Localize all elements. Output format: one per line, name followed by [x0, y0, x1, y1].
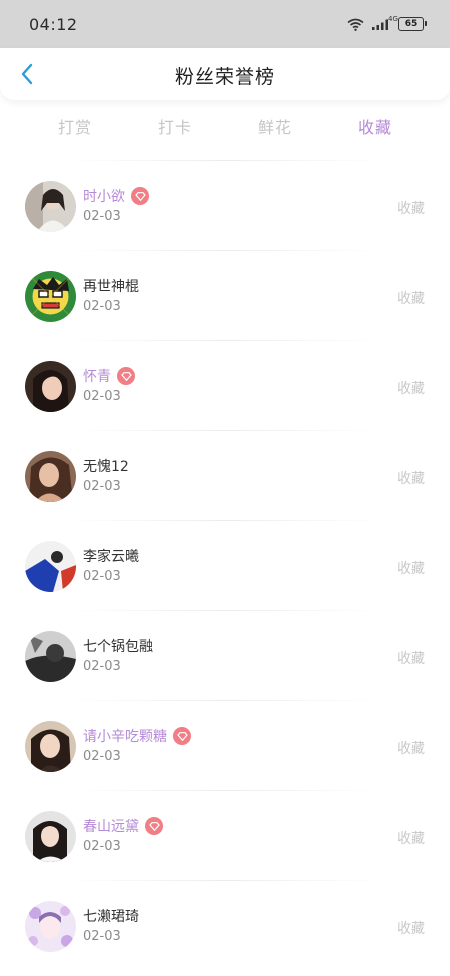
name-line: 七个锅包融	[83, 636, 153, 656]
divider	[0, 610, 450, 611]
fan-name: 春山远黛	[83, 819, 139, 835]
status-indicators: 4G 65	[347, 15, 427, 33]
name-line: 请小辛吃颗糖	[83, 726, 191, 746]
divider	[0, 160, 450, 161]
name-line: 时小欲	[83, 186, 149, 206]
favorite-label: 收藏	[397, 201, 425, 217]
fan-name: 七濑珺琦	[83, 909, 139, 925]
fan-date: 02-03	[83, 839, 121, 854]
network-type-label: 4G	[388, 15, 398, 23]
fan-name: 请小辛吃颗糖	[83, 729, 167, 745]
fan-date: 02-03	[83, 389, 121, 404]
avatar[interactable]	[25, 811, 76, 862]
diamond-badge-icon	[131, 187, 149, 205]
list-item[interactable]: 七濑珺琦 02-03 收藏	[0, 880, 450, 970]
avatar[interactable]	[25, 721, 76, 772]
fan-honor-page: 04:12 4G 65 粉丝荣誉榜 打赏 打卡 鲜花 收藏 时小欲 02-03 …	[0, 0, 450, 976]
favorite-label: 收藏	[397, 291, 425, 307]
list-item[interactable]: 无愧12 02-03 收藏	[0, 430, 450, 520]
fan-name: 李家云曦	[83, 549, 139, 565]
divider	[0, 880, 450, 881]
diamond-badge-icon	[117, 367, 135, 385]
divider	[0, 790, 450, 791]
fan-date: 02-03	[83, 209, 121, 224]
list-item[interactable]: 再世神棍 02-03 收藏	[0, 250, 450, 340]
tab-bar: 打赏 打卡 鲜花 收藏	[0, 108, 450, 154]
diamond-badge-icon	[173, 727, 191, 745]
name-line: 春山远黛	[83, 816, 163, 836]
tab-checkin[interactable]: 打卡	[135, 114, 215, 138]
fan-name: 时小欲	[83, 189, 125, 205]
fan-date: 02-03	[83, 299, 121, 314]
favorite-label: 收藏	[397, 561, 425, 577]
tab-favorites[interactable]: 收藏	[335, 114, 415, 138]
fan-name: 怀青	[83, 369, 111, 385]
wifi-icon	[347, 18, 364, 31]
favorite-label: 收藏	[397, 651, 425, 667]
status-bar: 04:12 4G 65	[0, 0, 450, 48]
header: 粉丝荣誉榜	[0, 48, 450, 100]
list-item[interactable]: 时小欲 02-03 收藏	[0, 160, 450, 250]
cellular-signal-icon: 4G	[370, 15, 398, 31]
favorite-label: 收藏	[397, 741, 425, 757]
avatar[interactable]	[25, 361, 76, 412]
divider	[0, 430, 450, 431]
fan-date: 02-03	[83, 659, 121, 674]
name-line: 怀青	[83, 366, 135, 386]
favorite-label: 收藏	[397, 471, 425, 487]
avatar[interactable]	[25, 181, 76, 232]
divider	[0, 700, 450, 701]
favorite-label: 收藏	[397, 831, 425, 847]
name-line: 李家云曦	[83, 546, 139, 566]
name-line: 无愧12	[83, 456, 129, 476]
favorite-label: 收藏	[397, 921, 425, 937]
divider	[0, 340, 450, 341]
avatar[interactable]	[25, 451, 76, 502]
avatar[interactable]	[25, 271, 76, 322]
fan-date: 02-03	[83, 929, 121, 944]
list-item[interactable]: 李家云曦 02-03 收藏	[0, 520, 450, 610]
divider	[0, 250, 450, 251]
tab-tips[interactable]: 打赏	[35, 114, 115, 138]
divider	[0, 520, 450, 521]
fan-date: 02-03	[83, 749, 121, 764]
status-time: 04:12	[29, 15, 78, 34]
diamond-badge-icon	[145, 817, 163, 835]
fan-name: 七个锅包融	[83, 639, 153, 655]
battery-icon: 65	[398, 17, 427, 31]
fan-date: 02-03	[83, 569, 121, 584]
page-title: 粉丝荣誉榜	[174, 66, 275, 88]
favorite-label: 收藏	[397, 381, 425, 397]
fan-list: 时小欲 02-03 收藏 再世神棍 02-03 收藏 怀青 02-03 收藏 无…	[0, 160, 450, 970]
fan-date: 02-03	[83, 479, 121, 494]
avatar[interactable]	[25, 631, 76, 682]
fan-name: 无愧12	[83, 459, 129, 475]
list-item[interactable]: 请小辛吃颗糖 02-03 收藏	[0, 700, 450, 790]
tab-flowers[interactable]: 鲜花	[235, 114, 315, 138]
list-item[interactable]: 怀青 02-03 收藏	[0, 340, 450, 430]
battery-level: 65	[404, 19, 418, 29]
list-item[interactable]: 七个锅包融 02-03 收藏	[0, 610, 450, 700]
avatar[interactable]	[25, 901, 76, 952]
name-line: 再世神棍	[83, 276, 139, 296]
fan-name: 再世神棍	[83, 279, 139, 295]
name-line: 七濑珺琦	[83, 906, 139, 926]
avatar[interactable]	[25, 541, 76, 592]
list-item[interactable]: 春山远黛 02-03 收藏	[0, 790, 450, 880]
